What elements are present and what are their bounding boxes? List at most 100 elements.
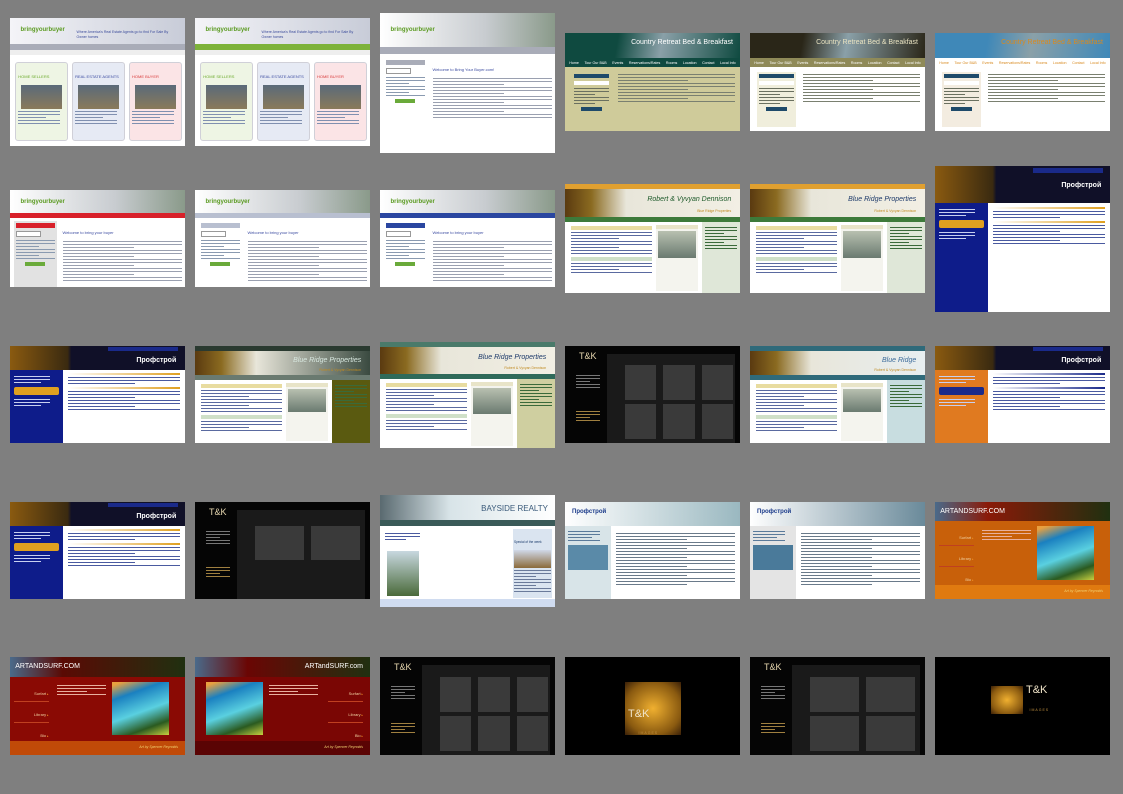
nav-link[interactable]: Contact — [1072, 61, 1084, 65]
template-thumbnail[interactable]: BAYSIDE REALTY Special of the week Bayside… — [380, 495, 555, 607]
template-thumbnail[interactable]: bringyourbuyer Where America's Real Estat… — [10, 18, 185, 146]
menu-item[interactable]: Library ▸ — [328, 702, 363, 723]
nav-link[interactable]: Contact — [702, 61, 714, 65]
promo-box[interactable] — [939, 219, 984, 228]
menu-item[interactable]: Library ▸ — [13, 702, 49, 723]
nav-bar[interactable] — [380, 213, 555, 219]
template-thumbnail[interactable]: ARTANDSURF.COMSurfart ▸Library ▸Bio ▸Con… — [10, 657, 185, 755]
template-thumbnail[interactable]: Профстрой — [10, 502, 185, 599]
gallery-thumbnail[interactable] — [439, 715, 471, 752]
promo-box[interactable] — [14, 543, 59, 552]
nav-link[interactable]: Local Info — [905, 61, 921, 65]
artwork[interactable] — [1036, 526, 1095, 580]
template-thumbnail[interactable]: bringyourbuyer Where America's Real Estat… — [195, 18, 370, 146]
artwork[interactable] — [111, 681, 170, 736]
gallery-thumbnail[interactable] — [663, 365, 695, 401]
template-thumbnail[interactable]: Blue Ridge Properties Robert & Vyvyan Den… — [750, 184, 925, 293]
nav-bar[interactable]: Home Tour Our B&B Events Reservations/Rates… — [750, 58, 925, 68]
gallery-thumbnail[interactable] — [516, 676, 548, 712]
gallery-thumbnail[interactable] — [439, 676, 471, 712]
search-input[interactable] — [200, 231, 227, 238]
nav-link[interactable]: Home — [754, 61, 764, 65]
template-thumbnail[interactable]: T&K — [380, 657, 555, 755]
gallery-thumbnail[interactable] — [624, 404, 656, 440]
template-thumbnail[interactable]: Blue Ridge Robert & Vyvyan Dennison — [750, 346, 925, 443]
template-thumbnail[interactable]: T&K IMAGES — [935, 657, 1110, 755]
template-thumbnail[interactable]: Country Retreat Bed & Breakfast Home Tour … — [935, 33, 1110, 131]
gallery-thumbnail[interactable] — [624, 365, 656, 401]
template-thumbnail[interactable]: Country Retreat Bed & Breakfast Home Tour … — [750, 33, 925, 131]
template-thumbnail[interactable]: Профстрой — [10, 346, 185, 443]
featured-listing[interactable] — [656, 225, 698, 291]
gallery-thumbnail[interactable] — [865, 676, 915, 712]
menu-item[interactable]: Library ▸ — [938, 546, 974, 568]
gallery-thumbnail[interactable] — [701, 365, 733, 401]
special-of-the-week[interactable]: Special of the week — [513, 528, 552, 599]
template-thumbnail[interactable]: Blue Ridge Properties Robert & Vyvyan Den… — [195, 346, 370, 443]
nav-link[interactable]: Rooms — [851, 61, 862, 65]
menu-item[interactable]: Surfart ▸ — [938, 525, 974, 547]
promo-box[interactable] — [568, 545, 608, 571]
template-thumbnail[interactable]: T&K — [195, 502, 370, 599]
template-thumbnail[interactable]: Профстрой — [935, 166, 1110, 312]
nav-link[interactable]: Location — [868, 61, 882, 65]
promo-box[interactable] — [14, 387, 59, 396]
promo-box[interactable] — [753, 545, 793, 571]
search-input[interactable] — [759, 81, 794, 86]
nav-link[interactable]: Rooms — [1036, 61, 1047, 65]
nav-link[interactable]: Events — [612, 61, 623, 65]
gallery-thumbnail[interactable] — [254, 526, 304, 561]
search-input[interactable] — [385, 67, 412, 74]
nav-link[interactable]: Local Info — [1090, 61, 1106, 65]
nav-bar[interactable] — [380, 519, 555, 527]
menu-item[interactable]: Surfart ▸ — [328, 681, 363, 702]
create-ad-button[interactable] — [25, 262, 46, 267]
nav-link[interactable]: Local Info — [720, 61, 736, 65]
template-thumbnail[interactable]: T&K — [565, 346, 740, 443]
template-thumbnail[interactable]: T&K IMAGES — [565, 657, 740, 755]
template-thumbnail[interactable]: ARTandSURF.comSurfart ▸Library ▸Bio ▸Con… — [195, 657, 370, 755]
search-input[interactable] — [574, 81, 609, 86]
create-ad-button[interactable] — [210, 262, 231, 267]
nav-bar[interactable] — [10, 213, 185, 219]
nav-link[interactable]: Rooms — [666, 61, 677, 65]
nav-link[interactable]: Events — [982, 61, 993, 65]
featured-listing[interactable] — [841, 382, 883, 442]
nav-link[interactable]: Home — [569, 61, 579, 65]
menu[interactable] — [390, 684, 415, 701]
menu[interactable] — [205, 529, 230, 546]
gallery-thumbnail[interactable] — [865, 715, 915, 752]
listing-photo[interactable] — [387, 551, 419, 596]
template-thumbnail[interactable]: Blue Ridge Properties Robert & Vyvyan Den… — [380, 342, 555, 448]
search-input[interactable] — [944, 81, 979, 86]
template-thumbnail[interactable]: Country Retreat Bed & Breakfast Home Tour … — [565, 33, 740, 131]
menu[interactable] — [575, 373, 600, 390]
create-ad-button[interactable] — [950, 107, 972, 112]
create-ad-button[interactable] — [395, 98, 416, 103]
gallery-thumbnail[interactable] — [663, 404, 695, 440]
nav-bar[interactable]: Home Tour Our B&B Events Reservations/Rates… — [565, 58, 740, 68]
featured-listing[interactable] — [286, 382, 328, 442]
nav-link[interactable]: Events — [797, 61, 808, 65]
gallery-thumbnail[interactable] — [478, 676, 510, 712]
nav-link[interactable]: Reservations/Rates — [999, 61, 1030, 65]
nav-link[interactable]: Tour Our B&B — [585, 61, 607, 65]
template-thumbnail[interactable]: Профстрой — [750, 502, 925, 599]
nav-link[interactable]: Location — [1053, 61, 1067, 65]
create-ad-button[interactable] — [395, 262, 416, 267]
nav-bar[interactable] — [195, 213, 370, 219]
create-ad-button[interactable] — [765, 107, 787, 112]
nav-link[interactable]: Reservations/Rates — [629, 61, 660, 65]
gallery-thumbnail[interactable] — [478, 715, 510, 752]
nav-link[interactable]: Tour Our B&B — [770, 61, 792, 65]
template-thumbnail[interactable]: bringyourbuyer Welcome to bring your buye… — [380, 190, 555, 287]
nav-link[interactable]: Home — [939, 61, 949, 65]
template-thumbnail[interactable]: bringyourbuyer Welcome to Bring Your Buye… — [380, 13, 555, 153]
nav-bar[interactable] — [380, 46, 555, 54]
template-thumbnail[interactable]: bringyourbuyer Welcome to bring your buye… — [195, 190, 370, 287]
splash-image[interactable] — [991, 686, 1023, 714]
nav-link[interactable]: Location — [683, 61, 697, 65]
template-thumbnail[interactable]: Профстрой — [935, 346, 1110, 443]
menu-item[interactable]: Surfart ▸ — [13, 681, 49, 702]
gallery-thumbnail[interactable] — [310, 526, 360, 561]
